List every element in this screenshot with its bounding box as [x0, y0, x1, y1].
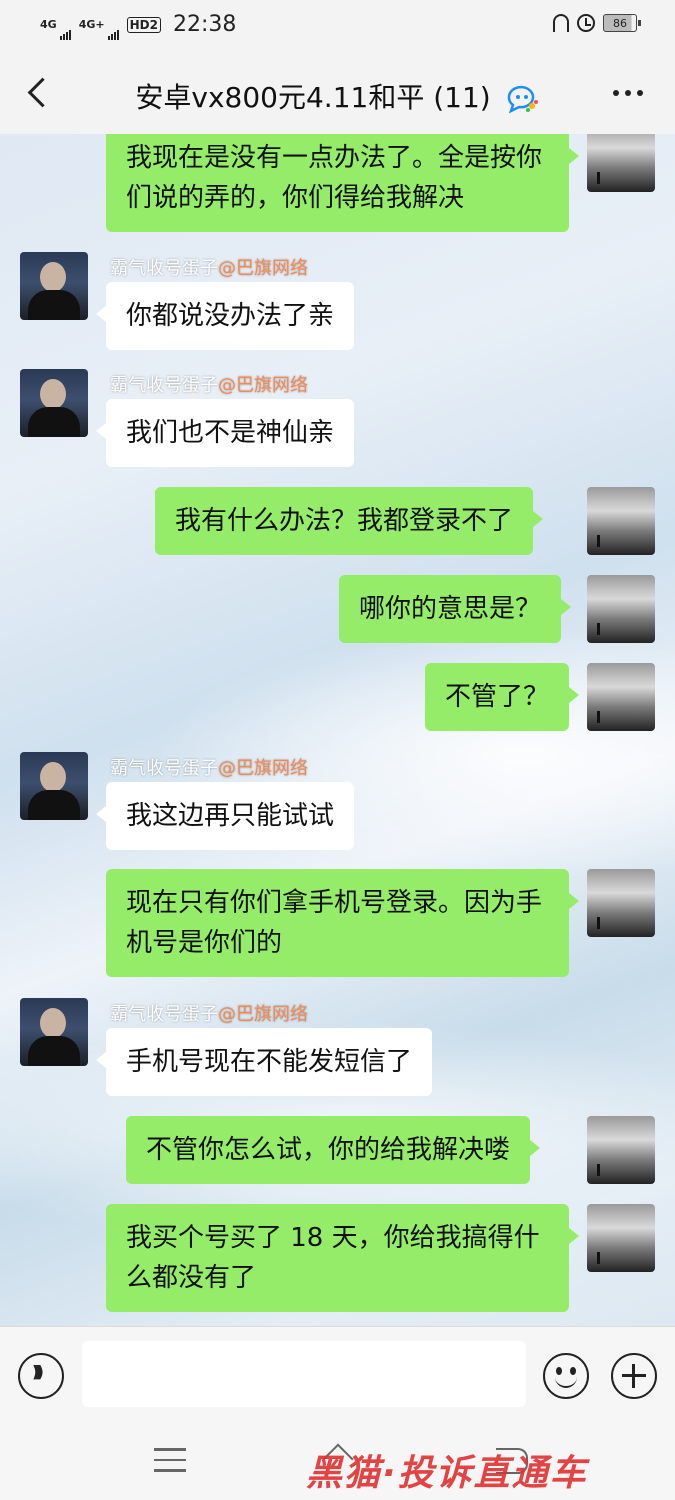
emoji-icon[interactable]: [543, 1353, 589, 1399]
sender-avatar[interactable]: [20, 252, 88, 320]
message-bubble-out[interactable]: 不管你怎么试，你的给我解决喽: [126, 1116, 541, 1184]
sender-avatar[interactable]: [20, 369, 88, 437]
headphone-icon: [553, 14, 569, 32]
battery-level: 86: [613, 16, 627, 30]
system-navigation-bar: 黑猫·投诉直通车: [0, 1426, 675, 1500]
enterprise-chat-icon: [506, 84, 540, 114]
watermark: 黑猫·投诉直通车: [306, 1453, 588, 1494]
message-bubble-out[interactable]: 现在只有你们拿手机号登录。因为手机号是你们的: [106, 869, 579, 977]
my-avatar[interactable]: [587, 869, 655, 937]
clock-time: 22:38: [172, 12, 237, 37]
sender-name: 霸气收号蛋子@巴旗网络: [110, 375, 308, 396]
battery-icon: 86: [603, 14, 641, 32]
sender-avatar[interactable]: [20, 752, 88, 820]
cellular-signal-icon: 4G: [40, 18, 71, 40]
message-bubble-in[interactable]: 我这边再只能试试: [95, 782, 355, 850]
my-avatar[interactable]: [587, 1204, 655, 1272]
cellular-signal-icon-2: 4G+: [78, 18, 119, 40]
voice-icon[interactable]: [18, 1353, 64, 1399]
message-bubble-out[interactable]: 不管了？: [425, 663, 580, 731]
network-type-label-2: 4G+: [78, 18, 105, 31]
network-type-label: 4G: [40, 18, 57, 31]
hd-voice-icon: HD2: [126, 16, 161, 33]
sender-tag: @巴旗网络: [218, 1004, 308, 1025]
message-bubble-in[interactable]: 我们也不是神仙亲: [95, 399, 355, 467]
more-dots-icon[interactable]: [613, 90, 643, 96]
my-avatar[interactable]: [587, 575, 655, 643]
plus-icon[interactable]: [611, 1353, 657, 1399]
sender-tag: @巴旗网络: [218, 375, 308, 396]
status-bar: 4G 4G+ HD2 22:38 86: [0, 0, 675, 52]
message-bubble-out[interactable]: 我现在是没有一点办法了。全是按你们说的弄的，你们得给我解决: [106, 134, 579, 232]
recent-apps-icon[interactable]: [154, 1448, 186, 1474]
message-bubble-in[interactable]: 你都说没办法了亲: [95, 282, 355, 350]
message-bubble-out[interactable]: 我有什么办法？我都登录不了: [155, 487, 544, 555]
my-avatar[interactable]: [587, 1116, 655, 1184]
my-avatar[interactable]: [587, 663, 655, 731]
sender-name: 霸气收号蛋子@巴旗网络: [110, 1004, 308, 1025]
sender-avatar[interactable]: [20, 998, 88, 1066]
message-bubble-out[interactable]: 哪你的意思是？: [339, 575, 572, 643]
my-avatar[interactable]: [587, 134, 655, 192]
chat-header: 安卓vx800元4.11和平 (11): [0, 52, 675, 135]
sender-name: 霸气收号蛋子@巴旗网络: [110, 258, 308, 279]
my-avatar[interactable]: [587, 487, 655, 555]
sender-name: 霸气收号蛋子@巴旗网络: [110, 758, 308, 779]
chat-title: 安卓vx800元4.11和平 (11): [0, 76, 675, 116]
sender-tag: @巴旗网络: [218, 258, 308, 279]
message-input[interactable]: [82, 1341, 526, 1407]
message-bubble-out[interactable]: 我买个号买了 18 天，你给我搞得什么都没有了: [106, 1204, 579, 1312]
chat-title-text: 安卓vx800元4.11和平 (11): [135, 81, 491, 114]
input-bar: [0, 1326, 675, 1427]
message-bubble-in[interactable]: 手机号现在不能发短信了: [95, 1028, 433, 1096]
alarm-icon: [577, 14, 595, 32]
message-list[interactable]: 我现在是没有一点办法了。全是按你们说的弄的，你们得给我解决 霸气收号蛋子@巴旗网…: [0, 134, 675, 1326]
sender-tag: @巴旗网络: [218, 758, 308, 779]
